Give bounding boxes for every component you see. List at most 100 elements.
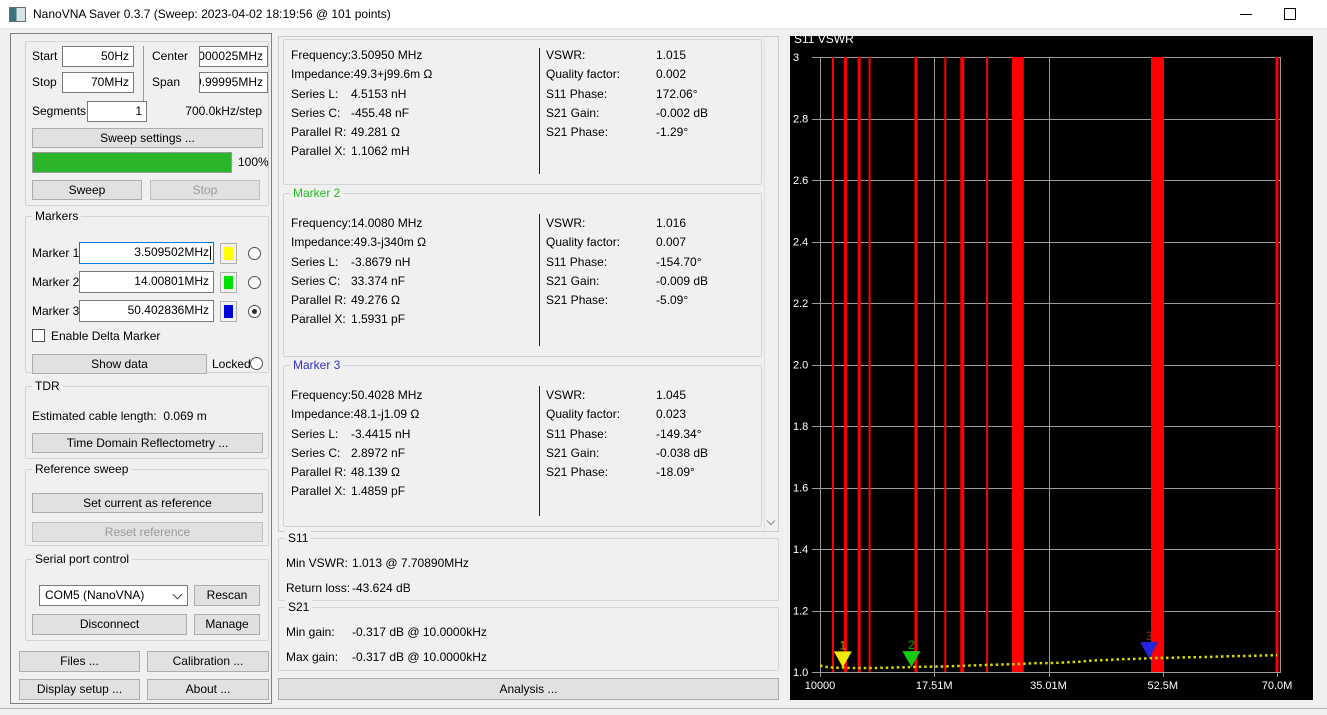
- chart-title: S11 VSWR: [794, 36, 854, 46]
- max-gain-value: -0.317 dB @ 10.0000kHz: [352, 650, 487, 664]
- marker3-select-radio[interactable]: [248, 305, 261, 318]
- marker-2-triangle-icon[interactable]: [902, 651, 920, 667]
- start-input[interactable]: 50Hz: [62, 46, 134, 67]
- svg-text:1.0: 1.0: [793, 667, 808, 679]
- svg-text:2.8: 2.8: [793, 114, 808, 126]
- marker2-impedance-value: 49.3-j340m Ω: [354, 235, 426, 249]
- marker2-parallel-x-value: 1.5931 pF: [351, 312, 405, 326]
- svg-text:1.2: 1.2: [793, 606, 808, 618]
- span-input[interactable]: 69.99995MHz: [199, 72, 268, 93]
- marker1-vswr-value: 1.015: [656, 48, 686, 62]
- marker2-series-l-value: -3.8679 nH: [351, 255, 410, 269]
- segments-input[interactable]: 1: [87, 101, 147, 122]
- marker-data-scrollbar[interactable]: [764, 38, 777, 530]
- maximize-icon: [1284, 8, 1296, 20]
- marker1-s21-phase-value: -1.29°: [656, 125, 688, 139]
- marker-3-number-label: 3: [1146, 629, 1153, 643]
- chart-grid: [812, 57, 1280, 677]
- marker1-impedance-value: 49.3+j99.6m Ω: [354, 67, 433, 81]
- marker2-panel-title: Marker 2: [290, 186, 343, 200]
- show-data-button[interactable]: Show data: [32, 354, 207, 374]
- marker1-s11-phase-value: 172.06°: [656, 87, 698, 101]
- marker2-label: Marker 2: [32, 275, 79, 289]
- rescan-button[interactable]: Rescan: [194, 585, 260, 606]
- marker1-right-column: VSWR:1.015 Quality factor:0.002 S11 Phas…: [546, 46, 708, 142]
- marker3-label: Marker 3: [32, 304, 79, 318]
- marker2-right-column: VSWR:1.016 Quality factor:0.007 S11 Phas…: [546, 214, 708, 310]
- sweep-settings-button[interactable]: Sweep settings ...: [32, 128, 263, 148]
- marker2-frequency-input[interactable]: 14.00801MHz: [79, 271, 214, 293]
- calibration-button[interactable]: Calibration ...: [147, 651, 269, 672]
- chevron-down-icon: [767, 517, 775, 525]
- minimize-button[interactable]: [1224, 0, 1268, 29]
- svg-text:17.51M: 17.51M: [916, 680, 953, 692]
- s11-vswr-chart[interactable]: 12332.82.62.42.22.01.81.61.41.21.0100001…: [790, 36, 1313, 700]
- maximize-button[interactable]: [1268, 0, 1312, 29]
- marker3-vswr-value: 1.045: [656, 388, 686, 402]
- marker2-select-radio[interactable]: [248, 276, 261, 289]
- marker2-color-button[interactable]: [220, 272, 237, 293]
- svg-text:2.4: 2.4: [793, 237, 808, 249]
- reset-reference-button: Reset reference: [32, 522, 263, 542]
- scroll-down-button[interactable]: [765, 515, 778, 530]
- marker3-parallel-r-value: 48.139 Ω: [351, 465, 400, 479]
- svg-text:1.8: 1.8: [793, 421, 808, 433]
- disconnect-button[interactable]: Disconnect: [32, 614, 187, 635]
- set-reference-button[interactable]: Set current as reference: [32, 493, 263, 513]
- app-icon: [9, 7, 26, 22]
- marker1-select-radio[interactable]: [248, 247, 261, 260]
- enable-delta-marker-label: Enable Delta Marker: [51, 329, 160, 343]
- tdr-button[interactable]: Time Domain Reflectometry ...: [32, 433, 263, 453]
- marker1-color-button[interactable]: [220, 243, 237, 264]
- marker3-color-button[interactable]: [220, 301, 237, 322]
- min-vswr-value: 1.013 @ 7.70890MHz: [352, 556, 469, 570]
- marker3-series-c-value: 2.8972 nF: [351, 446, 405, 460]
- locked-label: Locked: [212, 357, 251, 371]
- minimize-icon: [1240, 14, 1252, 15]
- marker1-series-l-value: 4.5153 nH: [351, 87, 406, 101]
- manage-button[interactable]: Manage: [194, 614, 260, 635]
- marker1-frequency-value: 3.50950 MHz: [351, 48, 422, 62]
- svg-text:2.2: 2.2: [793, 298, 808, 310]
- about-button[interactable]: About ...: [147, 679, 269, 700]
- marker2-color-chip: [224, 276, 233, 289]
- cable-length-label: Estimated cable length: 0.069 m: [32, 409, 207, 423]
- analysis-button[interactable]: Analysis ...: [278, 678, 779, 700]
- chart-markers[interactable]: 123: [834, 629, 1158, 667]
- enable-delta-marker-checkbox[interactable]: [32, 329, 45, 342]
- vswr-trace: [820, 655, 1277, 668]
- center-input[interactable]: 35.000025MHz: [199, 46, 268, 67]
- serial-port-select[interactable]: COM5 (NanoVNA): [39, 585, 188, 606]
- display-setup-button[interactable]: Display setup ...: [19, 679, 140, 700]
- svg-text:1.6: 1.6: [793, 483, 808, 495]
- svg-text:35.01M: 35.01M: [1030, 680, 1067, 692]
- serial-port-title: Serial port control: [32, 552, 132, 566]
- locked-radio[interactable]: [250, 357, 263, 370]
- reference-sweep-group: Reference sweep Set current as reference…: [25, 469, 269, 546]
- marker3-color-chip: [224, 305, 233, 318]
- control-sidebar: Start 50Hz Center 35.000025MHz Stop 70MH…: [10, 33, 272, 704]
- s11-vswr-chart-canvas[interactable]: 12332.82.62.42.22.01.81.61.41.21.0100001…: [790, 36, 1313, 700]
- marker2-series-c-value: 33.374 nF: [351, 274, 405, 288]
- marker2-quality-value: 0.007: [656, 235, 686, 249]
- marker-data-column: Frequency:3.50950 MHz Impedance:49.3+j99…: [278, 36, 779, 700]
- files-button[interactable]: Files ...: [19, 651, 140, 672]
- svg-text:52.5M: 52.5M: [1147, 680, 1178, 692]
- tdr-group-title: TDR: [32, 379, 63, 393]
- marker3-quality-value: 0.023: [656, 407, 686, 421]
- marker3-frequency-input[interactable]: 50.402836MHz: [79, 300, 214, 322]
- stop-input[interactable]: 70MHz: [62, 72, 134, 93]
- sweep-button[interactable]: Sweep: [32, 180, 142, 200]
- marker-1-triangle-icon[interactable]: [834, 651, 852, 667]
- marker3-right-column: VSWR:1.045 Quality factor:0.023 S11 Phas…: [546, 386, 708, 482]
- marker2-s11-phase-value: -154.70°: [656, 255, 702, 269]
- markers-group-title: Markers: [32, 209, 81, 223]
- marker3-parallel-x-value: 1.4859 pF: [351, 484, 405, 498]
- s21-group-title: S21: [285, 600, 312, 614]
- marker1-frequency-input[interactable]: 3.509502MHz: [79, 242, 214, 264]
- serial-port-value: COM5 (NanoVNA): [45, 588, 144, 602]
- chart-axis-labels: 32.82.62.42.22.01.81.61.41.21.01000017.5…: [793, 52, 1292, 692]
- marker1-parallel-x-value: 1.1062 mH: [351, 144, 410, 158]
- marker3-s21-phase-value: -18.09°: [656, 465, 695, 479]
- serial-port-group: Serial port control COM5 (NanoVNA) Resca…: [25, 559, 269, 641]
